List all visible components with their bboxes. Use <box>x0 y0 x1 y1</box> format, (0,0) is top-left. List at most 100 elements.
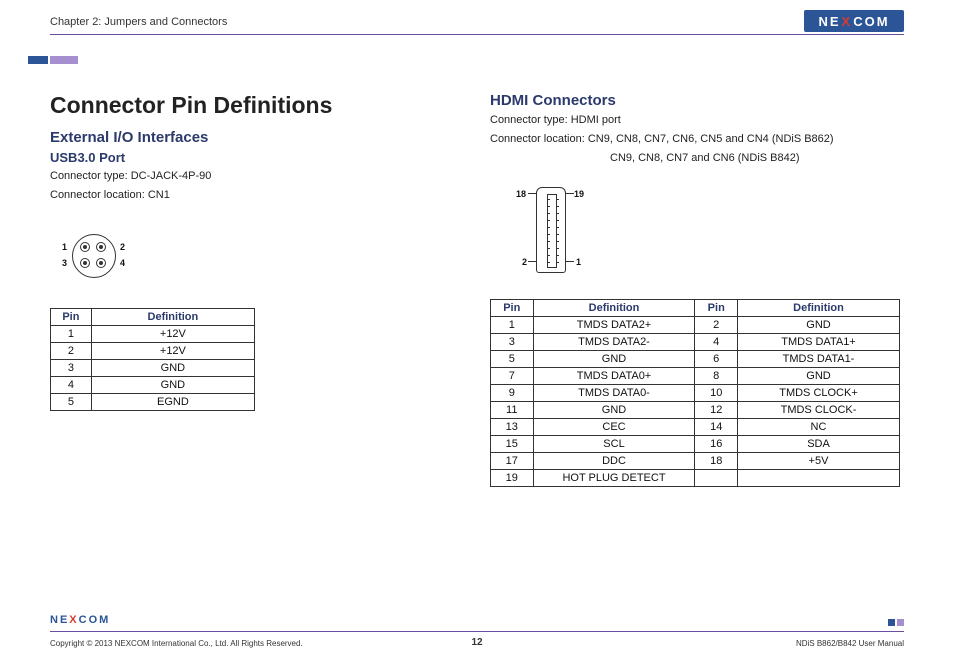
table-row: 3TMDS DATA2-4TMDS DATA1+ <box>491 333 900 350</box>
cell-pin: 16 <box>695 435 738 452</box>
logo-part-b: COM <box>853 14 889 29</box>
cell-def: GND <box>91 376 254 393</box>
cell-pin: 6 <box>695 350 738 367</box>
usb-label-4: 4 <box>120 258 125 268</box>
cell-def: GND <box>533 350 695 367</box>
hdmi-leader-1 <box>566 261 574 262</box>
cell-pin: 17 <box>491 452 534 469</box>
cell-def: +12V <box>91 325 254 342</box>
usb-label-2: 2 <box>120 242 125 252</box>
cell-def: EGND <box>91 393 254 410</box>
cell-pin: 10 <box>695 384 738 401</box>
cell-def: GND <box>738 367 900 384</box>
cell-pin: 7 <box>491 367 534 384</box>
section-hdmi: HDMI Connectors <box>490 92 905 109</box>
hdmi-port-diagram: 18 19 2 1 <box>492 181 632 281</box>
cell-pin: 1 <box>51 325 92 342</box>
cell-pin: 12 <box>695 401 738 418</box>
logo-part-x: X <box>69 614 78 626</box>
usb-pin2-icon <box>96 242 106 252</box>
hdmi-label-19: 19 <box>574 189 584 199</box>
usb-label-1: 1 <box>62 242 67 252</box>
hdmi-label-1: 1 <box>576 257 581 267</box>
cell-pin: 4 <box>695 333 738 350</box>
chapter-title: Chapter 2: Jumpers and Connectors <box>50 16 227 28</box>
table-row: 17DDC18+5V <box>491 452 900 469</box>
page-tab-marker <box>50 56 78 64</box>
cell-pin <box>695 469 738 486</box>
table-row: 3GND <box>51 359 255 376</box>
usb-label-3: 3 <box>62 258 67 268</box>
cell-pin: 11 <box>491 401 534 418</box>
cell-pin: 2 <box>51 342 92 359</box>
hdmi-label-18: 18 <box>516 189 526 199</box>
header-rule <box>50 34 904 35</box>
usb-connector-type: Connector type: DC-JACK-4P-90 <box>50 169 440 185</box>
subsection-usb3: USB3.0 Port <box>50 150 440 165</box>
nexcom-logo: NEXCOM <box>804 10 904 32</box>
cell-def: +5V <box>738 452 900 469</box>
table-row: 15SCL16SDA <box>491 435 900 452</box>
section-external-io: External I/O Interfaces <box>50 129 440 146</box>
hdmi-pin-table: Pin Definition Pin Definition 1TMDS DATA… <box>490 299 900 487</box>
table-row: 5EGND <box>51 393 255 410</box>
logo-part-x: X <box>841 14 854 29</box>
cell-def: TMDS CLOCK+ <box>738 384 900 401</box>
manual-name: NDiS B862/B842 User Manual <box>796 639 904 648</box>
cell-def: SDA <box>738 435 900 452</box>
th-definition: Definition <box>738 299 900 316</box>
usb-pin1-icon <box>80 242 90 252</box>
hdmi-leader-18 <box>528 193 536 194</box>
table-row: 1TMDS DATA2+2GND <box>491 316 900 333</box>
logo-part-a: NE <box>50 614 69 626</box>
table-row: 11GND12TMDS CLOCK- <box>491 401 900 418</box>
cell-pin: 15 <box>491 435 534 452</box>
table-row: 9TMDS DATA0-10TMDS CLOCK+ <box>491 384 900 401</box>
logo-part-a: NE <box>818 14 840 29</box>
cell-def: TMDS DATA2+ <box>533 316 695 333</box>
cell-def: TMDS CLOCK- <box>738 401 900 418</box>
cell-def <box>738 469 900 486</box>
cell-def: NC <box>738 418 900 435</box>
cell-def: TMDS DATA1- <box>738 350 900 367</box>
cell-def: TMDS DATA2- <box>533 333 695 350</box>
usb-connector-location: Connector location: CN1 <box>50 188 440 204</box>
hdmi-connector-type: Connector type: HDMI port <box>490 113 905 129</box>
usb-pin3-icon <box>80 258 90 268</box>
cell-pin: 14 <box>695 418 738 435</box>
usb-pin4-icon <box>96 258 106 268</box>
cell-def: GND <box>533 401 695 418</box>
cell-pin: 9 <box>491 384 534 401</box>
cell-def: TMDS DATA1+ <box>738 333 900 350</box>
usb-port-diagram: 1 2 3 4 <box>50 228 140 284</box>
cell-pin: 8 <box>695 367 738 384</box>
footer-logo: NEXCOM <box>50 614 110 626</box>
hdmi-body-icon <box>536 187 566 273</box>
th-definition: Definition <box>91 308 254 325</box>
table-row: 13CEC14NC <box>491 418 900 435</box>
cell-pin: 5 <box>51 393 92 410</box>
hdmi-connector-location-2: CN9, CN8, CN7 and CN6 (NDiS B842) <box>490 151 905 167</box>
cell-def: TMDS DATA0- <box>533 384 695 401</box>
cell-pin: 19 <box>491 469 534 486</box>
cell-pin: 13 <box>491 418 534 435</box>
hdmi-leader-2 <box>528 261 536 262</box>
cell-def: SCL <box>533 435 695 452</box>
hdmi-leader-19 <box>566 193 574 194</box>
table-row: 19HOT PLUG DETECT <box>491 469 900 486</box>
cell-pin: 3 <box>491 333 534 350</box>
cell-pin: 5 <box>491 350 534 367</box>
cell-pin: 3 <box>51 359 92 376</box>
th-definition: Definition <box>533 299 695 316</box>
table-row: 7TMDS DATA0+8GND <box>491 367 900 384</box>
cell-pin: 18 <box>695 452 738 469</box>
page-title: Connector Pin Definitions <box>50 92 440 119</box>
th-pin: Pin <box>695 299 738 316</box>
hdmi-connector-location-1: Connector location: CN9, CN8, CN7, CN6, … <box>490 132 905 148</box>
table-row: 5GND6TMDS DATA1- <box>491 350 900 367</box>
cell-pin: 1 <box>491 316 534 333</box>
cell-def: GND <box>738 316 900 333</box>
hdmi-slot-icon <box>547 194 557 268</box>
table-row: 4GND <box>51 376 255 393</box>
cell-def: GND <box>91 359 254 376</box>
